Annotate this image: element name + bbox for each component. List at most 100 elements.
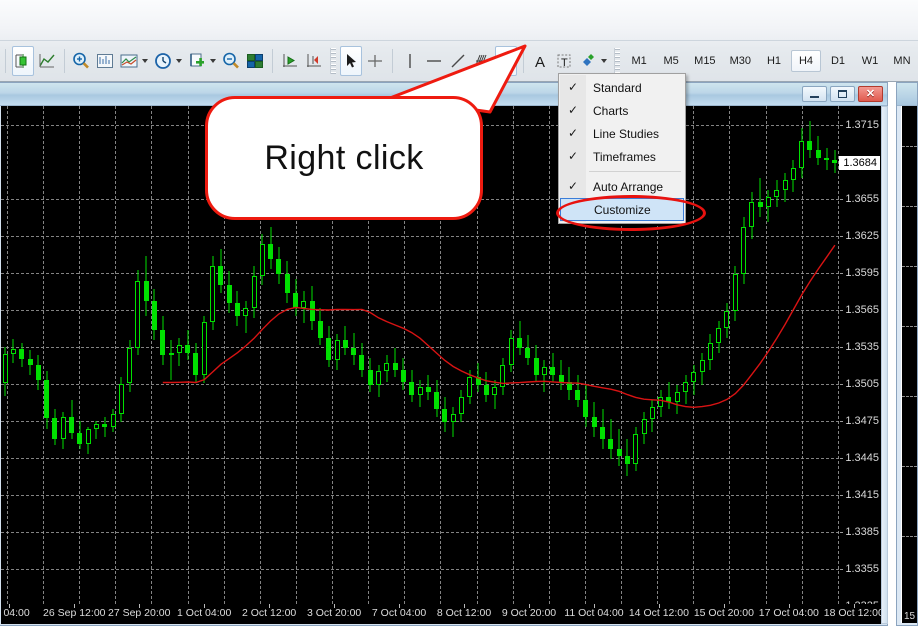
period-icon[interactable] (152, 46, 174, 76)
candlestick (44, 106, 50, 624)
toolbar-separator (391, 49, 393, 73)
candlestick (525, 106, 531, 624)
new-order-icon[interactable] (186, 46, 208, 76)
timeframe-m30[interactable]: M30 (724, 50, 757, 72)
toolbar-separator (63, 49, 65, 73)
secondary-chart-plot[interactable]: 15 (901, 106, 917, 623)
chart-vertical-scrollbar[interactable] (881, 106, 888, 624)
shift-start-icon[interactable] (279, 46, 301, 76)
candlestick (799, 106, 805, 624)
candlestick (550, 106, 556, 624)
context-menu-item-charts[interactable]: ✓ Charts (559, 99, 685, 122)
timeframe-mn[interactable]: MN (887, 50, 917, 72)
line-chart-icon[interactable] (36, 46, 58, 76)
candlestick (143, 106, 149, 624)
check-icon: ✓ (568, 103, 579, 117)
toolbar-drag-handle[interactable] (330, 48, 336, 74)
candlestick (151, 106, 157, 624)
svg-text:F: F (509, 65, 513, 71)
candlestick (541, 106, 547, 624)
shapes-icon[interactable] (577, 46, 599, 76)
chevron-down-icon[interactable] (210, 59, 217, 63)
main-toolbar: E F A T M1 M5 M15 M30 H1 H4 D1 W1 MN (0, 0, 918, 82)
zoom-in-icon[interactable] (70, 46, 92, 76)
check-icon: ✓ (568, 149, 579, 163)
zoom-out-icon[interactable] (220, 46, 242, 76)
timeframe-w1[interactable]: W1 (855, 50, 885, 72)
restore-button[interactable] (830, 86, 855, 102)
price-tick-label: 1.3625 (839, 230, 879, 242)
candlestick (508, 106, 514, 624)
time-tick-label: 11 Oct 04:00 (564, 607, 624, 619)
fibonacci-icon[interactable]: F (494, 46, 517, 76)
toolbar-separator (522, 49, 524, 73)
chevron-down-icon[interactable] (176, 59, 183, 63)
context-menu-item-label: Standard (593, 80, 642, 95)
candlestick (102, 106, 108, 624)
candlestick (19, 106, 25, 624)
toolbar-drag-handle[interactable] (614, 48, 621, 74)
toolbar-separator (272, 49, 274, 73)
candlestick (716, 106, 722, 624)
time-tick-label: 14 Oct 12:00 (628, 607, 689, 619)
close-button[interactable]: ✕ (858, 86, 883, 102)
candlestick (832, 106, 838, 624)
chevron-down-icon[interactable] (601, 59, 608, 63)
timeframe-h4[interactable]: H4 (790, 50, 821, 72)
timeframe-m5[interactable]: M5 (656, 50, 686, 72)
context-menu-item-standard[interactable]: ✓ Standard (559, 76, 685, 99)
candlestick (176, 106, 182, 624)
candlestick-chart-icon[interactable] (11, 46, 34, 76)
secondary-chart-window[interactable]: 15 (896, 82, 918, 626)
time-tick-label: 26 Sep 12:00 (43, 607, 106, 619)
timeframe-m1[interactable]: M1 (624, 50, 654, 72)
timeframe-group: M1 M5 M15 M30 H1 H4 D1 W1 MN (623, 50, 918, 72)
elliott-wave-icon[interactable]: E (471, 46, 493, 76)
crosshair-icon[interactable] (364, 46, 386, 76)
candlestick (10, 106, 16, 624)
context-menu-item-timeframes[interactable]: ✓ Timeframes (559, 145, 685, 168)
context-menu-item-label: Line Studies (593, 126, 660, 141)
candlestick (110, 106, 116, 624)
candlestick (93, 106, 99, 624)
current-price-label: 1.3684 (839, 155, 880, 170)
time-gridline (115, 106, 117, 624)
cursor-icon[interactable] (339, 46, 362, 76)
candlestick (765, 106, 771, 624)
time-tick-label: 2 Oct 12:00 (241, 607, 297, 619)
tile-windows-icon[interactable] (244, 46, 266, 76)
candlestick (790, 106, 796, 624)
chevron-down-icon[interactable] (142, 59, 149, 63)
horizontal-line-icon[interactable] (423, 46, 445, 76)
time-tick-label: 8 Oct 12:00 (436, 607, 492, 619)
autoscroll-icon[interactable] (303, 46, 325, 76)
text-object-icon[interactable]: T (553, 46, 575, 76)
timeframe-d1[interactable]: D1 (823, 50, 853, 72)
context-menu-item-label: Charts (593, 103, 629, 118)
indicators-icon[interactable] (94, 46, 116, 76)
templates-icon[interactable] (118, 46, 140, 76)
svg-text:A: A (535, 54, 545, 71)
candlestick (118, 106, 124, 624)
candlestick (732, 106, 738, 624)
context-menu-item-line-studies[interactable]: ✓ Line Studies (559, 122, 685, 145)
trendline-icon[interactable] (447, 46, 469, 76)
time-axis[interactable]: ep 04:00 26 Sep 12:0027 Sep 20:00 1 Oct 04… (1, 604, 881, 624)
timeframe-m15[interactable]: M15 (688, 50, 721, 72)
secondary-chart-titlebar[interactable] (897, 83, 917, 106)
price-tick-label: 1.3415 (839, 489, 879, 501)
candlestick (774, 106, 780, 624)
context-menu-item-label: Auto Arrange (593, 179, 664, 194)
text-label-icon[interactable]: A (529, 46, 551, 76)
time-gridline (729, 106, 731, 624)
minimize-button[interactable] (802, 86, 827, 102)
context-menu-item-label: Timeframes (593, 149, 656, 164)
check-icon: ✓ (568, 126, 579, 140)
timeframe-h1[interactable]: H1 (759, 50, 789, 72)
candlestick (500, 106, 506, 624)
time-tick-label: 1 Oct 04:00 (177, 607, 232, 619)
price-tick-label: 1.3715 (839, 119, 879, 131)
price-axis[interactable]: 1.3715 1.3655 1.3625 1.3595 1.3565 1.3535 1.35… (839, 106, 881, 604)
candlestick (35, 106, 41, 624)
vertical-line-icon[interactable] (399, 46, 421, 76)
